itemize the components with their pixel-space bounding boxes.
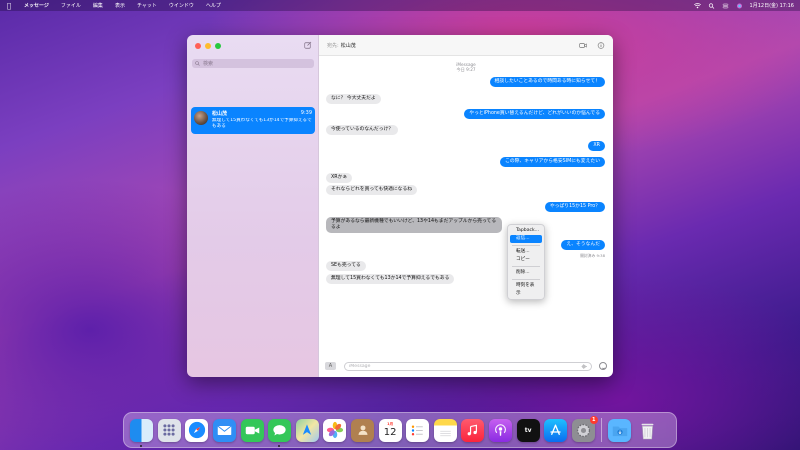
message-bubble[interactable]: この際、キャリアから格安SIMにも変えたい [500, 157, 605, 168]
dock: 1月 12 tv 1 [123, 412, 677, 448]
running-indicator [140, 444, 143, 447]
message-bubble[interactable]: SEも売ってる [326, 261, 366, 272]
input-bar: A [319, 355, 613, 377]
menu-item-forward[interactable]: 転送... [510, 248, 542, 256]
message-bubble[interactable]: XR [588, 141, 605, 152]
recipient-name[interactable]: 松山茂 [341, 42, 356, 49]
apple-tv-icon[interactable]: tv [516, 418, 540, 442]
avatar [194, 111, 208, 125]
close-button[interactable] [195, 43, 201, 49]
apple-menu-icon[interactable]:  [0, 2, 18, 10]
calendar-day: 12 [383, 427, 397, 438]
message-field[interactable] [344, 361, 592, 371]
chat-header: 宛先: 松山茂 [319, 35, 613, 56]
compose-icon[interactable] [304, 41, 312, 49]
downloads-folder-icon[interactable] [608, 418, 632, 442]
search-field[interactable]: 検索 [192, 59, 314, 68]
search-icon[interactable] [708, 2, 715, 9]
siri-icon[interactable] [736, 3, 743, 9]
audio-waveform-icon[interactable] [581, 363, 587, 369]
context-menu: Tapback... 返信... 転送... コピー 削除... 時刻を表示 [507, 224, 545, 300]
conversation-date: 今日 9:27 [456, 67, 476, 72]
reminders-icon[interactable] [406, 418, 430, 442]
window-controls [195, 43, 221, 49]
wifi-icon[interactable] [693, 2, 701, 9]
message-bubble[interactable]: やっとiPhone買い替えるんだけど、どれがいいのか悩んでる [464, 109, 605, 120]
finder-icon[interactable] [130, 418, 154, 447]
menu-item-delete[interactable]: 削除... [510, 269, 542, 277]
notes-icon[interactable] [433, 418, 457, 442]
menu-edit[interactable]: 編集 [87, 2, 109, 9]
app-store-icon[interactable] [544, 418, 568, 442]
conversation-name: 松山茂 [212, 111, 228, 117]
minimize-button[interactable] [205, 43, 211, 49]
menu-help[interactable]: ヘルプ [200, 2, 227, 9]
message-bubble[interactable]: え、そうなんだ [561, 240, 605, 251]
conversation-item[interactable]: 松山茂 9:39 無理して15買わなくても13か14で予算抑えるでもある [191, 107, 315, 134]
contacts-icon[interactable] [351, 418, 375, 442]
control-center-icon[interactable] [722, 3, 729, 9]
message-bubble[interactable]: XRかぁ [326, 173, 353, 184]
app-store-apps-button[interactable]: A [325, 362, 336, 370]
emoji-icon[interactable] [599, 362, 607, 370]
conversation-time: 9:39 [300, 110, 312, 116]
apple-tv-label: tv [524, 426, 532, 434]
dock-divider [601, 418, 603, 442]
message-input[interactable] [349, 363, 581, 369]
menu-window[interactable]: ウインドウ [163, 2, 200, 9]
message-text-line: 予算があるなら最新機種でもいいけど、13や14もまだアップルから売ってる [331, 219, 497, 224]
video-call-icon[interactable] [579, 42, 587, 49]
to-label: 宛先: [327, 42, 339, 49]
fullscreen-button[interactable] [215, 43, 221, 49]
safari-icon[interactable] [185, 418, 209, 442]
menu-item-reply[interactable]: 返信... [510, 235, 542, 243]
menu-divider [512, 245, 540, 246]
message-bubble[interactable]: やっぱり15か15 Pro？ [544, 202, 605, 213]
message-text-line: るよ [331, 225, 341, 231]
message-bubble[interactable]: 今使っているのなんだっけ？ [326, 125, 399, 136]
search-icon [195, 61, 200, 66]
message-bubble[interactable]: それならどれを買っても快適になるね [326, 185, 418, 196]
music-icon[interactable] [461, 418, 485, 442]
podcasts-icon[interactable] [489, 418, 513, 442]
menu-view[interactable]: 表示 [109, 2, 131, 9]
sidebar: 検索 松山茂 9:39 無理して15買わなくても13か14で予算抑えるでもある [187, 35, 319, 377]
launchpad-icon[interactable] [157, 418, 181, 442]
info-icon[interactable] [597, 41, 605, 49]
running-indicator [278, 444, 281, 447]
menu-item-show-time[interactable]: 時刻を表示 [510, 282, 542, 296]
message-bubble[interactable]: 相談したいことあるので時間ある時に知らせて！ [489, 77, 605, 88]
search-placeholder: 検索 [203, 61, 214, 67]
menu-item-tapback[interactable]: Tapback... [510, 227, 542, 235]
system-settings-icon[interactable]: 1 [571, 415, 598, 442]
menu-app-name[interactable]: メッセージ [18, 2, 55, 9]
message-bubble[interactable]: 無理して15買わなくても13か14で予算抑えるでもある [326, 274, 455, 285]
notification-badge: 1 [589, 415, 598, 424]
menu-file[interactable]: ファイル [55, 2, 87, 9]
calendar-icon[interactable]: 1月 12 [378, 418, 402, 442]
chat-pane: 宛先: 松山茂 iMessage 今日 9:27 相談したいことあるので時間ある… [319, 35, 613, 377]
menu-divider [512, 266, 540, 267]
message-bubble[interactable]: なに？ 今大丈夫だよ [326, 94, 381, 105]
menu-clock[interactable]: 1月12日(金) 17:16 [750, 2, 794, 9]
trash-icon[interactable] [636, 419, 659, 442]
menu-divider [512, 279, 540, 280]
maps-icon[interactable] [295, 418, 319, 442]
photos-icon[interactable] [323, 418, 347, 442]
menu-item-copy[interactable]: コピー [510, 256, 542, 264]
selected-message-bubble[interactable]: 予算があるなら最新機種でもいいけど、13や14もまだアップルから売ってる るよ [326, 217, 502, 234]
menu-chat[interactable]: チャット [131, 2, 163, 9]
menu-bar:  メッセージ ファイル 編集 表示 チャット ウインドウ ヘルプ 1月12日(… [0, 0, 800, 11]
facetime-icon[interactable] [240, 418, 264, 442]
conversation-preview: 無理して15買わなくても13か14で予算抑えるでもある [212, 118, 312, 129]
mail-icon[interactable] [213, 418, 237, 442]
messages-icon[interactable] [268, 418, 292, 447]
messages-window: 検索 松山茂 9:39 無理して15買わなくても13か14で予算抑えるでもある … [187, 35, 613, 377]
read-receipt: 開封済み 9:38 [580, 253, 605, 258]
